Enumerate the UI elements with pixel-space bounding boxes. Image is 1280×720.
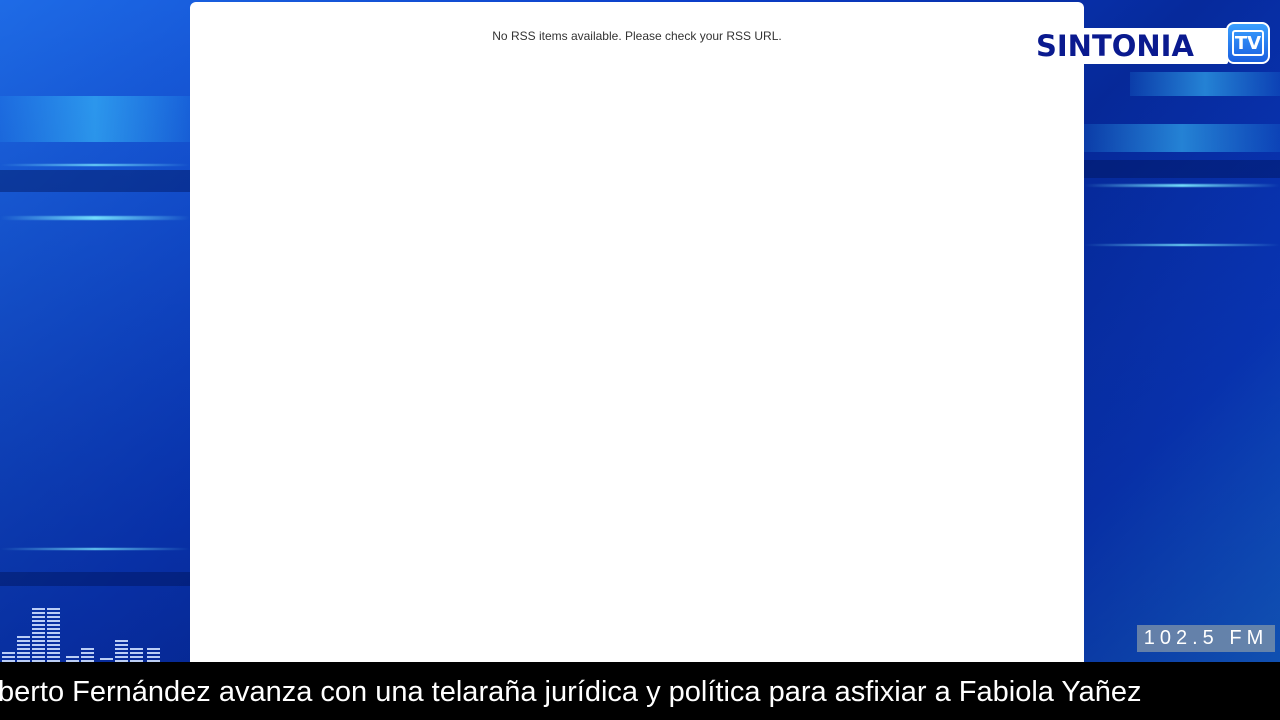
tv-icon: TV bbox=[1226, 22, 1270, 64]
background-light-band bbox=[1084, 124, 1280, 152]
equalizer-bar bbox=[147, 648, 160, 662]
equalizer-bar bbox=[81, 648, 94, 662]
broadcast-screen: No RSS items available. Please check you… bbox=[0, 0, 1280, 720]
rss-feed-panel: No RSS items available. Please check you… bbox=[190, 2, 1084, 662]
sintonia-tv-logo: SINTONIA TV bbox=[1032, 22, 1272, 66]
equalizer-bar bbox=[130, 648, 143, 662]
background-light-streak bbox=[0, 548, 190, 550]
background-dark-band bbox=[0, 170, 190, 192]
background-light-streak bbox=[1084, 244, 1280, 246]
equalizer-bar bbox=[2, 652, 15, 662]
equalizer-bar bbox=[17, 636, 30, 662]
background-light-streak bbox=[0, 164, 190, 166]
background-light-streak bbox=[0, 216, 190, 220]
rss-empty-message: No RSS items available. Please check you… bbox=[492, 29, 782, 43]
equalizer-bar bbox=[32, 608, 45, 662]
fm-frequency-badge: 102.5 FM bbox=[1137, 625, 1275, 652]
equalizer-bar bbox=[47, 608, 60, 662]
background-light-streak bbox=[1084, 184, 1280, 187]
equalizer-icon bbox=[0, 604, 170, 662]
news-ticker: berto Fernández avanza con una telaraña … bbox=[0, 662, 1280, 720]
equalizer-bar bbox=[115, 640, 128, 662]
background-dark-band bbox=[1084, 160, 1280, 178]
background-light-band bbox=[1130, 72, 1280, 96]
logo-text: SINTONIA bbox=[1036, 29, 1194, 63]
background-dark-band bbox=[0, 572, 190, 586]
tv-icon-label: TV bbox=[1232, 30, 1264, 56]
ticker-headline: berto Fernández avanza con una telaraña … bbox=[0, 676, 1142, 708]
background-light-band bbox=[0, 96, 190, 142]
